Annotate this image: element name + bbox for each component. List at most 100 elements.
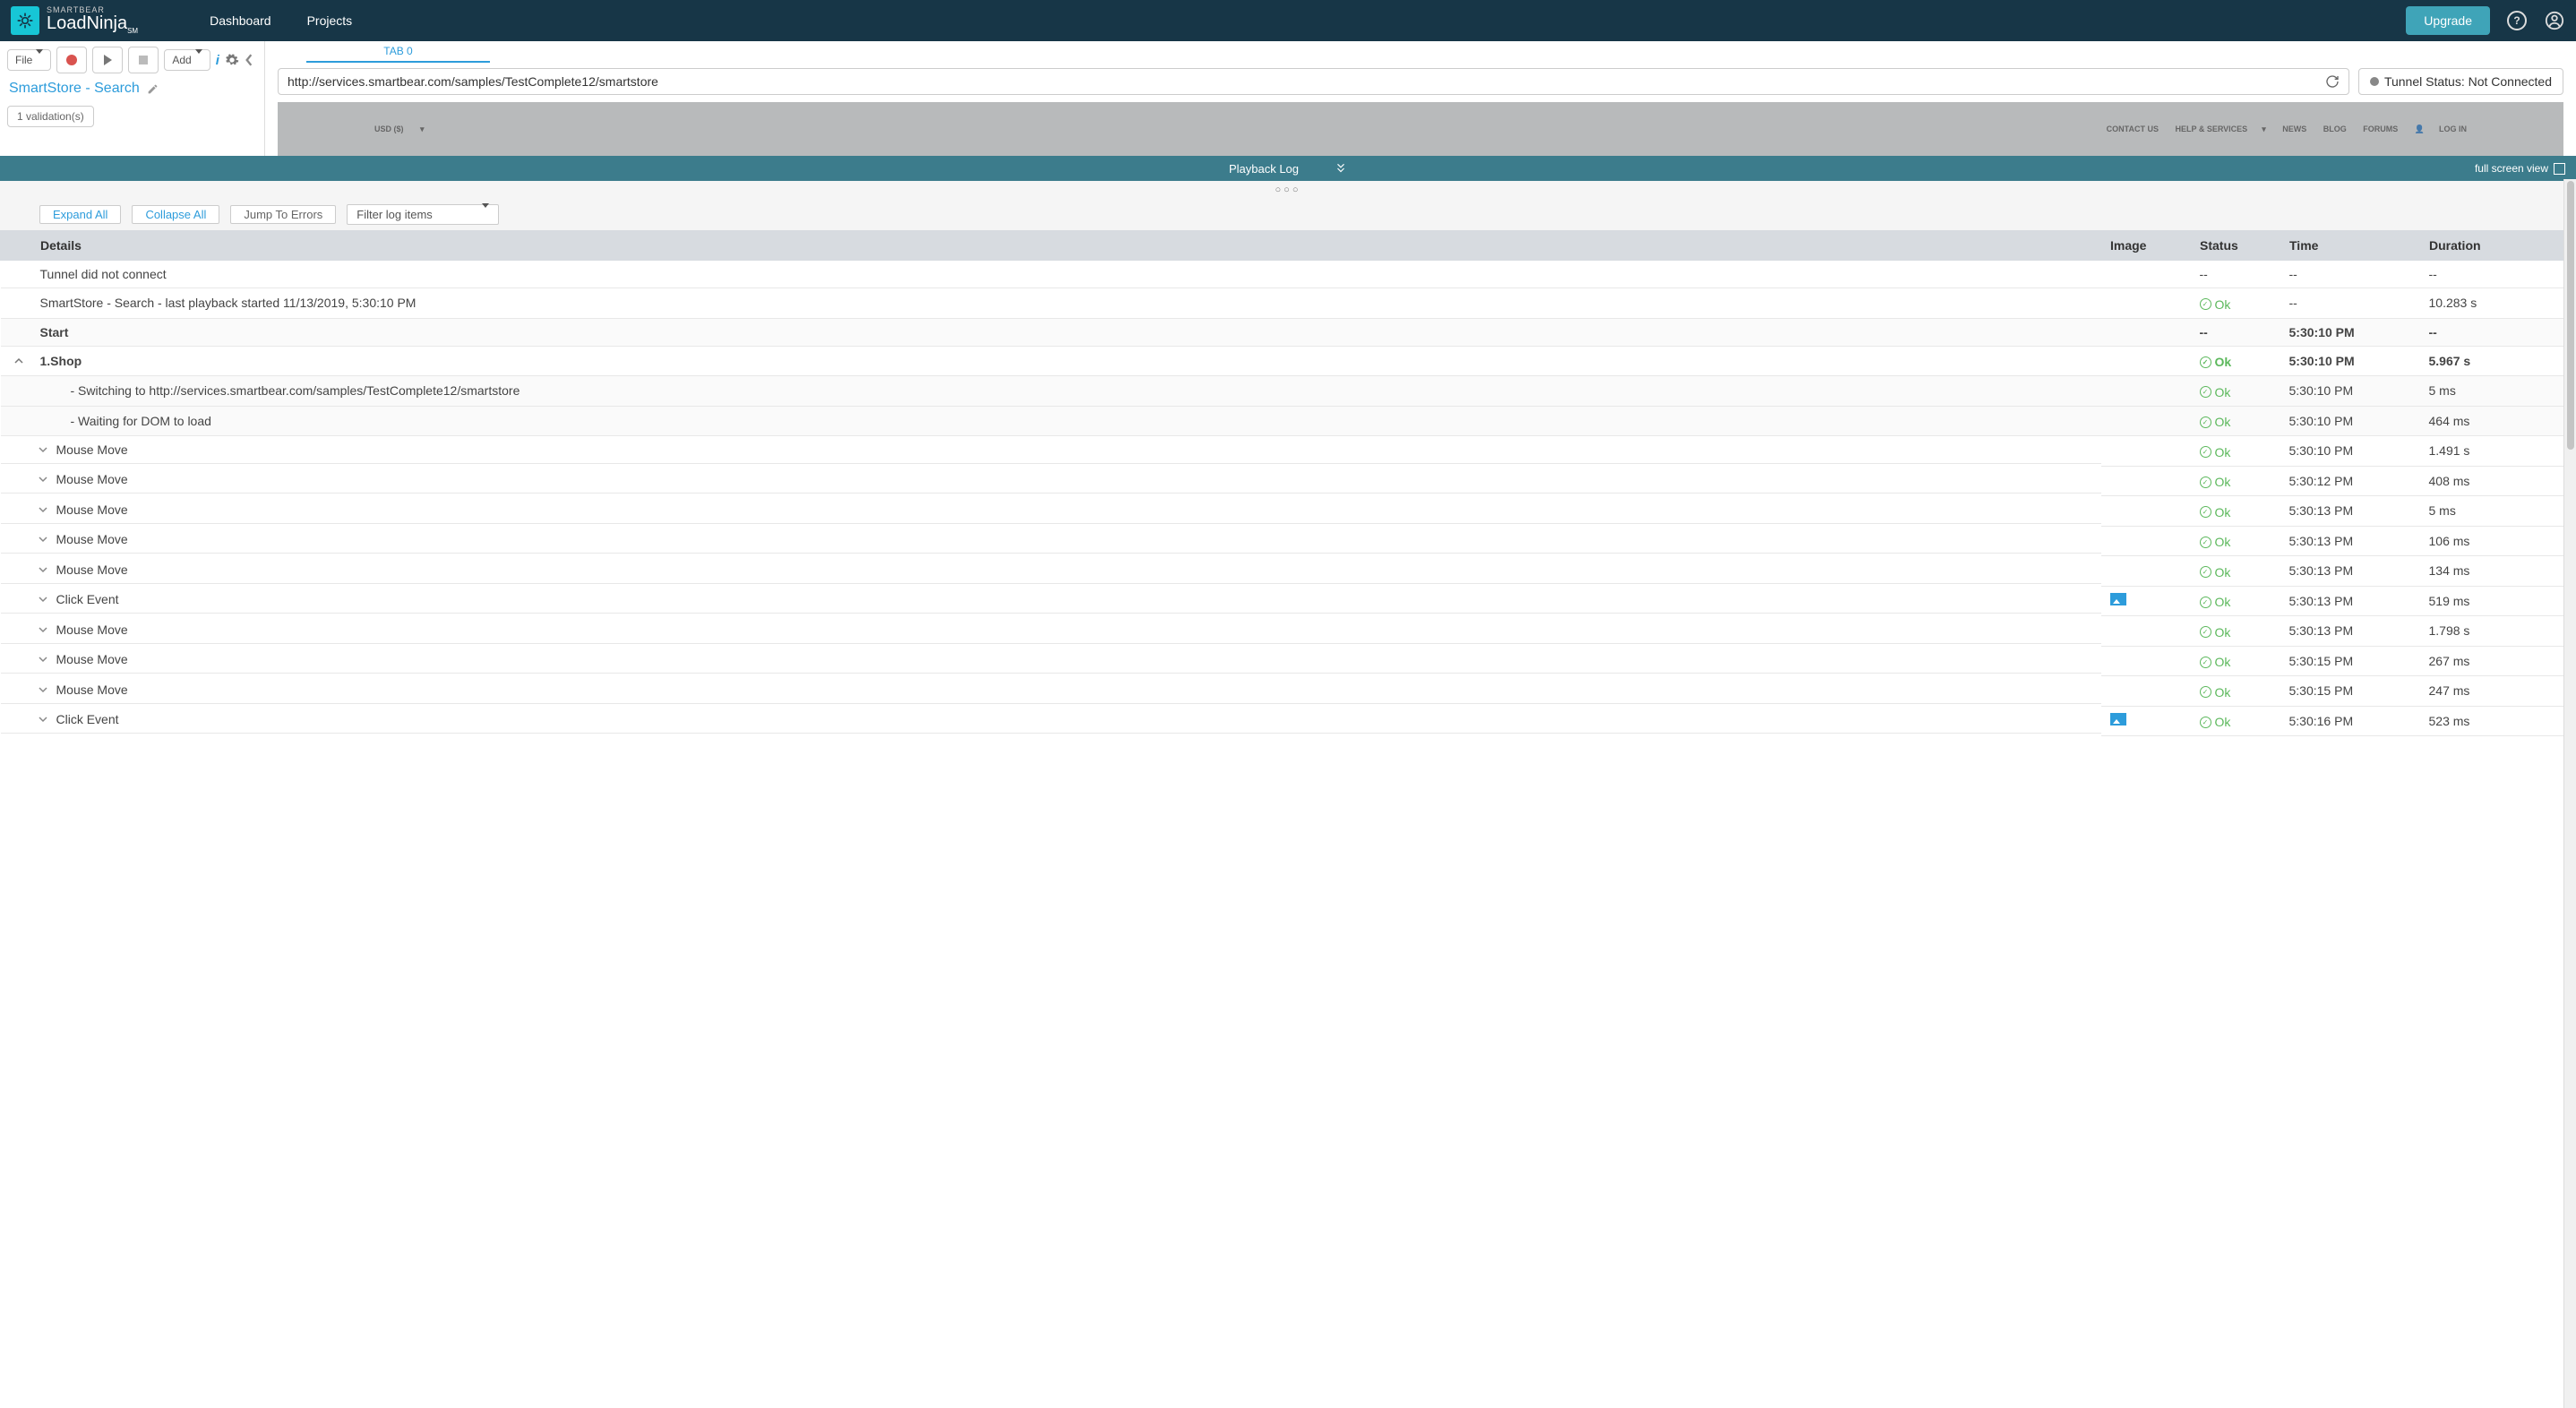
log-details-cell: Mouse Move [1, 646, 2101, 674]
log-image-cell [2101, 406, 2191, 436]
log-status-cell: -- [2191, 261, 2280, 288]
log-row[interactable]: 1.Shop Ok5:30:10 PM5.967 s [1, 346, 2563, 376]
log-duration-cell: 10.283 s [2420, 288, 2563, 319]
browser-tab-0[interactable]: TAB 0 [306, 41, 490, 63]
info-icon[interactable]: i [216, 53, 219, 68]
log-row[interactable]: - Switching to http://services.smartbear… [1, 376, 2563, 407]
log-image-cell[interactable] [2101, 586, 2191, 616]
vertical-scrollbar[interactable] [2563, 179, 2576, 1408]
page-preview: USD ($) ▾ CONTACT US HELP & SERVICES▾ NE… [278, 102, 2563, 156]
file-menu[interactable]: File [7, 49, 51, 71]
log-status-cell: Ok [2191, 466, 2280, 496]
log-row[interactable]: Mouse MoveOk5:30:13 PM1.798 s [1, 616, 2563, 647]
log-details-cell: - Waiting for DOM to load [1, 406, 2101, 436]
log-details-cell: Mouse Move [1, 436, 2101, 464]
log-details-cell: 1.Shop [1, 346, 2101, 376]
log-time-cell: 5:30:10 PM [2280, 406, 2420, 436]
stop-button[interactable] [128, 47, 159, 73]
log-details-cell: Mouse Move [1, 526, 2101, 554]
screenshot-thumbnail-icon[interactable] [2110, 713, 2126, 725]
reload-icon[interactable] [2325, 74, 2340, 89]
log-time-cell: 5:30:15 PM [2280, 646, 2420, 676]
log-details-cell: Mouse Move [1, 676, 2101, 704]
url-input[interactable] [288, 74, 2325, 89]
log-row[interactable]: Click EventOk5:30:16 PM523 ms [1, 706, 2563, 736]
log-row[interactable]: Start--5:30:10 PM-- [1, 318, 2563, 346]
log-duration-cell: 464 ms [2420, 406, 2563, 436]
log-image-cell [2101, 436, 2191, 467]
collapse-all-button[interactable]: Collapse All [132, 205, 219, 224]
edit-title-icon[interactable] [147, 83, 159, 95]
log-time-cell: 5:30:10 PM [2280, 376, 2420, 407]
brand-suffix: SM [127, 27, 138, 35]
ok-status-icon [2200, 626, 2211, 638]
settings-icon[interactable] [225, 53, 239, 67]
tunnel-status-dot-icon [2370, 77, 2379, 86]
validations-button[interactable]: 1 validation(s) [7, 106, 94, 127]
collapse-log-icon[interactable] [1335, 162, 1347, 175]
log-duration-cell: 5.967 s [2420, 346, 2563, 376]
fullscreen-icon [2554, 163, 2565, 175]
log-row[interactable]: Mouse MoveOk5:30:15 PM247 ms [1, 676, 2563, 707]
log-time-cell: 5:30:10 PM [2280, 318, 2420, 346]
log-status-cell: Ok [2191, 346, 2280, 376]
log-row[interactable]: Mouse MoveOk5:30:13 PM5 ms [1, 496, 2563, 527]
log-row[interactable]: - Waiting for DOM to loadOk5:30:10 PM464… [1, 406, 2563, 436]
col-status-header: Status [2191, 231, 2280, 261]
log-row[interactable]: Mouse MoveOk5:30:12 PM408 ms [1, 466, 2563, 496]
collapse-panel-icon[interactable] [245, 54, 253, 66]
log-time-cell: 5:30:13 PM [2280, 496, 2420, 527]
logo-text: SMARTBEAR LoadNinjaSM [47, 6, 138, 35]
playback-log-header: Playback Log full screen view [0, 156, 2576, 181]
top-navigation-bar: SMARTBEAR LoadNinjaSM Dashboard Projects… [0, 0, 2576, 41]
log-status-cell: Ok [2191, 376, 2280, 407]
nav-projects[interactable]: Projects [307, 13, 353, 28]
log-row[interactable]: Tunnel did not connect------ [1, 261, 2563, 288]
log-details-cell: SmartStore - Search - last playback star… [1, 288, 2101, 319]
account-icon[interactable] [2544, 10, 2565, 31]
ok-status-icon [2200, 717, 2211, 728]
log-time-cell: 5:30:10 PM [2280, 346, 2420, 376]
stop-icon [139, 56, 148, 64]
log-status-cell: Ok [2191, 706, 2280, 736]
nav-links: Dashboard Projects [210, 13, 352, 28]
log-row[interactable]: Mouse MoveOk5:30:10 PM1.491 s [1, 436, 2563, 467]
log-duration-cell: 5 ms [2420, 376, 2563, 407]
expand-all-button[interactable]: Expand All [39, 205, 121, 224]
log-row[interactable]: Mouse Move Ok5:30:15 PM267 ms [1, 646, 2563, 676]
log-status-cell: Ok [2191, 646, 2280, 676]
log-status-cell: Ok [2191, 586, 2280, 616]
log-details-cell: Mouse Move [1, 496, 2101, 524]
log-details-cell: Mouse Move [1, 616, 2101, 644]
log-details-cell: - Switching to http://services.smartbear… [1, 376, 2101, 407]
add-menu[interactable]: Add [164, 49, 210, 71]
log-row[interactable]: Click EventOk5:30:13 PM519 ms [1, 586, 2563, 616]
screenshot-thumbnail-icon[interactable] [2110, 593, 2126, 605]
log-duration-cell: 519 ms [2420, 586, 2563, 616]
log-time-cell: 5:30:10 PM [2280, 436, 2420, 467]
log-time-cell: 5:30:15 PM [2280, 676, 2420, 707]
help-icon[interactable]: ? [2506, 10, 2528, 31]
play-button[interactable] [92, 47, 123, 73]
ok-status-icon [2200, 566, 2211, 578]
jump-to-errors-button[interactable]: Jump To Errors [230, 205, 336, 224]
log-status-cell: Ok [2191, 496, 2280, 527]
nav-dashboard[interactable]: Dashboard [210, 13, 271, 28]
filter-log-select[interactable]: Filter log items [347, 204, 499, 225]
drag-handle-icon[interactable]: ○○○ [0, 181, 2576, 199]
log-row[interactable]: Mouse MoveOk5:30:13 PM134 ms [1, 556, 2563, 587]
col-time-header: Time [2280, 231, 2420, 261]
log-duration-cell: 267 ms [2420, 646, 2563, 676]
log-time-cell: -- [2280, 261, 2420, 288]
log-image-cell [2101, 616, 2191, 647]
col-details-header: Details [1, 231, 2101, 261]
record-icon [66, 55, 77, 65]
ok-status-icon [2200, 476, 2211, 488]
log-time-cell: 5:30:13 PM [2280, 616, 2420, 647]
log-row[interactable]: Mouse MoveOk5:30:13 PM106 ms [1, 526, 2563, 556]
fullscreen-view-link[interactable]: full screen view [2475, 162, 2576, 175]
log-image-cell[interactable] [2101, 706, 2191, 736]
record-button[interactable] [56, 47, 87, 73]
upgrade-button[interactable]: Upgrade [2406, 6, 2490, 35]
log-row[interactable]: SmartStore - Search - last playback star… [1, 288, 2563, 319]
